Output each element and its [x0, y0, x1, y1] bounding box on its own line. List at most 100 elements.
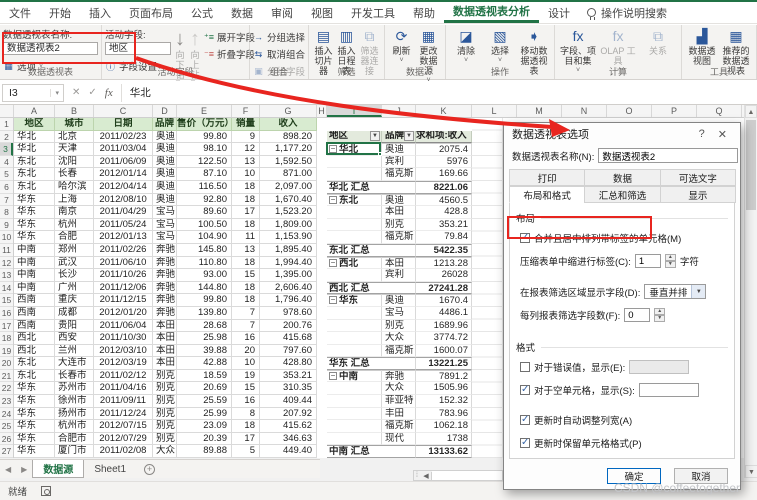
cell[interactable]: 1,809.00	[260, 219, 317, 232]
pivot-region-cell[interactable]	[327, 206, 382, 219]
cell[interactable]: 华东	[14, 445, 55, 458]
pivot-pane-hscrollbar[interactable]: ⁞ ◀	[413, 470, 503, 481]
cell[interactable]: 2011/02/23	[94, 131, 153, 144]
collapse-icon[interactable]: −	[329, 296, 337, 304]
cell[interactable]: 东北	[14, 156, 55, 169]
pivot-header-region[interactable]: 地区▼	[327, 131, 382, 144]
cell[interactable]: 奥迪	[153, 131, 177, 144]
cell[interactable]: 15	[232, 382, 260, 395]
cell[interactable]: 奥迪	[153, 168, 177, 181]
expand-field-button[interactable]: ⁺≡ 展开字段	[204, 30, 252, 44]
empty-cells-input[interactable]	[639, 383, 699, 397]
pivot-value-cell[interactable]: 152.32	[416, 395, 472, 408]
pivot-value-cell[interactable]: 2075.4	[416, 143, 472, 156]
cell[interactable]: 16	[232, 332, 260, 345]
pivot-total-label[interactable]: 东北 汇总	[327, 244, 416, 257]
pivot-value-cell[interactable]: 1738	[416, 433, 472, 446]
cell[interactable]: 89.60	[177, 206, 232, 219]
cell[interactable]: 18	[232, 181, 260, 194]
cell[interactable]: 广州	[55, 282, 94, 295]
cell[interactable]: 13	[232, 156, 260, 169]
spin-down-icon[interactable]: ▼	[654, 315, 665, 322]
pivot-value-cell[interactable]: 5976	[416, 156, 472, 169]
column-header-E[interactable]: E	[177, 105, 232, 117]
pivot-region-cell[interactable]	[327, 307, 382, 320]
cell[interactable]: 2011/09/11	[94, 395, 153, 408]
filter-dropdown-icon[interactable]: ▼	[370, 131, 380, 141]
cell[interactable]: 本田	[153, 345, 177, 358]
cell[interactable]: 2011/04/29	[94, 206, 153, 219]
cell[interactable]: 中南	[14, 282, 55, 295]
pivot-brand-cell[interactable]: 福克斯	[382, 231, 416, 244]
cell[interactable]: 25.99	[177, 408, 232, 421]
cell[interactable]: 110.80	[177, 257, 232, 270]
cell[interactable]: 华东	[14, 395, 55, 408]
pivot-region-cell[interactable]: −中南	[327, 370, 382, 383]
pivot-value-cell[interactable]: 1213.28	[416, 257, 472, 270]
cell[interactable]: 2012/03/19	[94, 357, 153, 370]
sheet-nav-left-icon[interactable]: ◀	[0, 465, 16, 474]
cell[interactable]: 15	[232, 269, 260, 282]
pivot-brand-cell[interactable]: 大众	[382, 332, 416, 345]
ribbon-tab-数据透视表分析[interactable]: 数据透视表分析	[444, 2, 539, 23]
pivot-total-value[interactable]: 8221.06	[416, 181, 472, 194]
cell[interactable]: 成都	[55, 307, 94, 320]
pivot-total-value[interactable]: 27241.28	[416, 282, 472, 295]
cell[interactable]: 8	[232, 408, 260, 421]
column-header-D[interactable]: D	[153, 105, 177, 117]
cell[interactable]: 200.76	[260, 320, 317, 333]
cell[interactable]: 贵阳	[55, 320, 94, 333]
filter-dropdown-icon[interactable]: ▼	[404, 131, 414, 141]
cell[interactable]: 18	[232, 257, 260, 270]
empty-cells-checkbox[interactable]	[520, 385, 530, 395]
pivot-brand-cell[interactable]: 福克斯	[382, 420, 416, 433]
pivot-value-cell[interactable]: 4486.1	[416, 307, 472, 320]
cell[interactable]: 428.80	[260, 357, 317, 370]
cell[interactable]: 93.00	[177, 269, 232, 282]
dialog-tab-打印[interactable]: 打印	[509, 169, 585, 186]
cell[interactable]: 华东	[14, 433, 55, 446]
cell[interactable]: 2011/05/24	[94, 219, 153, 232]
cell[interactable]: 207.92	[260, 408, 317, 421]
column-header-N[interactable]: N	[562, 105, 607, 117]
cell[interactable]: 2012/08/10	[94, 194, 153, 207]
pivot-brand-cell[interactable]: 丰田	[382, 408, 416, 421]
help-icon[interactable]: ?	[691, 128, 713, 140]
cell[interactable]: 本田	[153, 357, 177, 370]
cell[interactable]: 16	[232, 395, 260, 408]
cell[interactable]: 奔驰	[153, 269, 177, 282]
dialog-pivot-name-input[interactable]	[598, 148, 738, 163]
ribbon-tab-帮助[interactable]: 帮助	[404, 2, 444, 23]
column-header-O[interactable]: O	[607, 105, 652, 117]
cell[interactable]: 2011/03/04	[94, 143, 153, 156]
cell[interactable]: 别克	[153, 382, 177, 395]
cell[interactable]: 2,097.00	[260, 181, 317, 194]
ribbon-tab-开始[interactable]: 开始	[40, 2, 80, 23]
row-header-14[interactable]: 14	[0, 282, 13, 295]
cell[interactable]: 25.98	[177, 332, 232, 345]
cell[interactable]: 5	[232, 445, 260, 458]
cell[interactable]: 25.59	[177, 395, 232, 408]
dialog-tab-可选文字[interactable]: 可选文字	[660, 169, 736, 186]
cell[interactable]: 18	[232, 194, 260, 207]
cell[interactable]: 92.80	[177, 194, 232, 207]
button-pivotchart[interactable]: ▟数据透视图	[685, 27, 719, 66]
row-header-25[interactable]: 25	[0, 420, 13, 433]
row-header-3[interactable]: 3	[0, 143, 13, 156]
scroll-up-icon[interactable]: ▲	[745, 105, 757, 118]
button-relationships[interactable]: ⧉关系	[638, 27, 678, 56]
pivot-value-cell[interactable]: 4560.5	[416, 194, 472, 207]
cell[interactable]: 杭州	[55, 219, 94, 232]
formula-content[interactable]: 华北	[122, 85, 151, 100]
cell[interactable]: 42.88	[177, 357, 232, 370]
cell[interactable]: 18	[232, 294, 260, 307]
pivot-header-brand[interactable]: 品牌▼	[382, 131, 416, 144]
pivot-region-cell[interactable]	[327, 269, 382, 282]
cell[interactable]: 西南	[14, 307, 55, 320]
cell[interactable]: 415.62	[260, 420, 317, 433]
cell[interactable]: 1,796.40	[260, 294, 317, 307]
pivot-value-cell[interactable]: 1062.18	[416, 420, 472, 433]
cell[interactable]: 10	[232, 357, 260, 370]
error-values-checkbox[interactable]	[520, 362, 530, 372]
cell[interactable]: 346.63	[260, 433, 317, 446]
